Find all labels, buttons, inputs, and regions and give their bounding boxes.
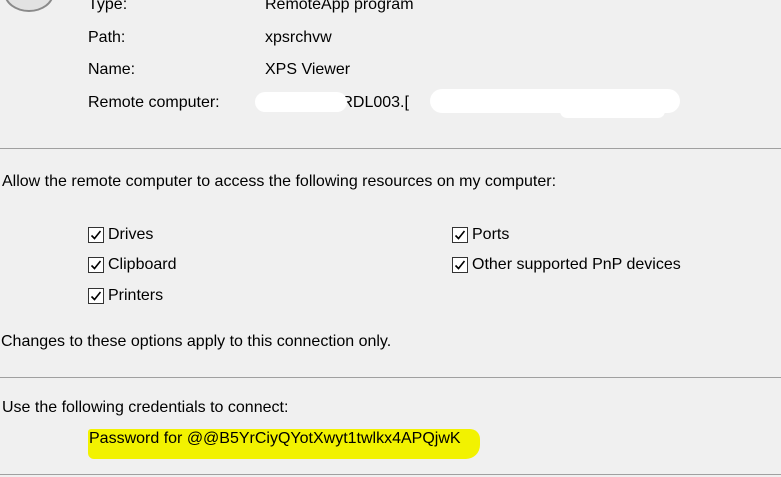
checkmark-icon bbox=[88, 257, 104, 273]
pnp-devices-label: Other supported PnP devices bbox=[472, 256, 681, 273]
checkmark-icon bbox=[452, 227, 468, 243]
drives-checkbox[interactable]: Drives bbox=[88, 226, 153, 244]
drives-label: Drives bbox=[108, 226, 154, 243]
resources-heading: Allow the remote computer to access the … bbox=[2, 173, 557, 190]
path-label: Path: bbox=[88, 29, 126, 46]
name-value: XPS Viewer bbox=[265, 61, 351, 78]
redaction-mark bbox=[255, 92, 347, 112]
section-divider bbox=[0, 148, 781, 149]
checkmark-icon bbox=[88, 227, 104, 243]
redaction-mark bbox=[560, 104, 665, 118]
clipboard-checkbox[interactable]: Clipboard bbox=[88, 256, 176, 274]
type-label: Type: bbox=[88, 0, 128, 13]
remoteapp-icon bbox=[4, 0, 54, 12]
section-divider bbox=[0, 474, 781, 475]
printers-label: Printers bbox=[108, 287, 164, 304]
resources-note: Changes to these options apply to this c… bbox=[1, 333, 392, 350]
path-value: xpsrchvw bbox=[265, 29, 332, 46]
name-label: Name: bbox=[88, 61, 136, 78]
credentials-value: Password for @@B5YrCiyQYotXwyt1twlkx4APQ… bbox=[89, 430, 461, 447]
printers-checkbox[interactable]: Printers bbox=[88, 287, 163, 305]
checkmark-icon bbox=[88, 288, 104, 304]
clipboard-label: Clipboard bbox=[108, 256, 177, 273]
ports-checkbox[interactable]: Ports bbox=[452, 226, 509, 244]
ports-label: Ports bbox=[472, 226, 510, 243]
type-value: RemoteApp program bbox=[265, 0, 414, 13]
section-divider bbox=[0, 377, 781, 378]
credentials-heading: Use the following credentials to connect… bbox=[2, 399, 289, 416]
pnp-devices-checkbox[interactable]: Other supported PnP devices bbox=[452, 256, 681, 274]
checkmark-icon bbox=[452, 257, 468, 273]
remote-computer-label: Remote computer: bbox=[88, 94, 220, 111]
